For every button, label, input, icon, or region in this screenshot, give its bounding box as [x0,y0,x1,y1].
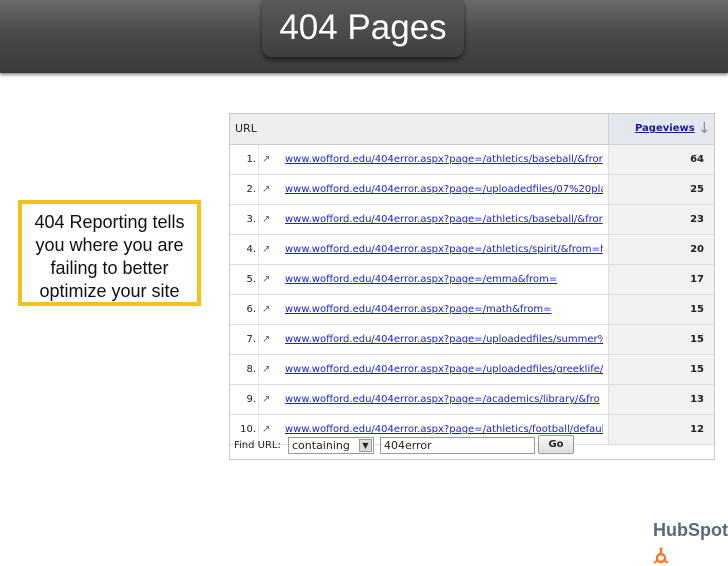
external-link-icon[interactable]: ↗ [262,154,270,165]
table-row: 8. ↗ www.wofford.edu/404error.aspx?page=/u… [230,355,714,385]
row-pageviews: 13 [690,394,704,405]
callout-line: 404 Reporting tells [34,212,185,232]
match-type-select[interactable]: containing ▼ [288,437,374,454]
external-link-icon[interactable]: ↗ [262,304,270,315]
column-divider [258,175,259,204]
row-rank: 7. [246,334,256,345]
external-link-icon[interactable]: ↗ [262,364,270,375]
row-pageviews: 64 [690,154,704,165]
hubspot-logo: HubSpot [653,517,728,564]
chevron-down-icon[interactable]: ▼ [359,439,372,452]
row-url-link[interactable]: www.wofford.edu/404error.aspx?page=/athl… [285,145,603,174]
pageviews-cell: 64 [609,145,714,174]
row-url-link[interactable]: www.wofford.edu/404error.aspx?page=/uplo… [285,355,603,384]
url-column-header[interactable]: URL [235,122,257,135]
match-type-value: containing [292,439,350,452]
callout-line: optimize your site [39,281,180,301]
table-row: 3. ↗ www.wofford.edu/404error.aspx?page=/a… [230,205,714,235]
row-rank: 9. [246,394,256,405]
row-url-link[interactable]: www.wofford.edu/404error.aspx?page=/emma… [285,265,603,294]
row-url-link[interactable]: www.wofford.edu/404error.aspx?page=/uplo… [285,175,603,204]
analytics-report-table: URL Pageviews ↓ 1. ↗ www.wofford.edu/404er… [229,113,715,460]
row-pageviews: 23 [690,214,704,225]
pageviews-cell: 20 [609,235,714,264]
table-row: 9. ↗ www.wofford.edu/404error.aspx?page=/a… [230,385,714,415]
row-url-link[interactable]: www.wofford.edu/404error.aspx?page=/uplo… [285,325,603,354]
pageviews-cell: 23 [609,205,714,234]
find-url-input[interactable]: 404error [380,437,535,454]
table-row: 1. ↗ www.wofford.edu/404error.aspx?page=/a… [230,145,714,175]
external-link-icon[interactable]: ↗ [262,214,270,225]
column-divider [258,205,259,234]
table-row: 5. ↗ www.wofford.edu/404error.aspx?page=/e… [230,265,714,295]
column-divider [258,145,259,174]
row-rank: 8. [246,364,256,375]
arrow-down-icon[interactable]: ↓ [698,119,711,137]
external-link-icon[interactable]: ↗ [262,274,270,285]
table-row: 6. ↗ www.wofford.edu/404error.aspx?page=/m… [230,295,714,325]
find-url-input-value: 404error [384,439,432,452]
row-url-link[interactable]: www.wofford.edu/404error.aspx?page=/athl… [285,205,603,234]
row-url-link[interactable]: www.wofford.edu/404error.aspx?page=/math… [285,295,603,324]
table-row: 7. ↗ www.wofford.edu/404error.aspx?page=/u… [230,325,714,355]
slide-title: 404 Pages [279,8,447,47]
column-divider [258,385,259,414]
external-link-icon[interactable]: ↗ [262,184,270,195]
external-link-icon[interactable]: ↗ [262,334,270,345]
table-header: URL Pageviews ↓ [230,114,714,145]
callout-line: failing to better [50,258,169,278]
row-url-link[interactable]: www.wofford.edu/404error.aspx?page=/acad… [285,385,603,414]
pageviews-cell: 25 [609,175,714,204]
column-divider [258,295,259,324]
go-button[interactable]: Go [538,435,574,454]
hubspot-sprocket-icon [653,546,669,564]
row-pageviews: 15 [690,364,704,375]
row-pageviews: 20 [690,244,704,255]
row-rank: 5. [246,274,256,285]
pageviews-cell: 15 [609,295,714,324]
column-divider [258,235,259,264]
logo-text: HubSpot [653,520,728,541]
row-pageviews: 25 [690,184,704,195]
row-rank: 4. [246,244,256,255]
column-divider [258,265,259,294]
callout-box: 404 Reporting tells you where you are fa… [18,200,201,306]
external-link-icon[interactable]: ↗ [262,244,270,255]
pageviews-cell: 15 [609,325,714,354]
row-rank: 2. [246,184,256,195]
row-rank: 1. [246,154,256,165]
table-row: 4. ↗ www.wofford.edu/404error.aspx?page=/a… [230,235,714,265]
pageviews-cell: 17 [609,265,714,294]
external-link-icon[interactable]: ↗ [262,394,270,405]
row-url-link[interactable]: www.wofford.edu/404error.aspx?page=/athl… [285,235,603,264]
column-divider [258,325,259,354]
row-pageviews: 17 [690,274,704,285]
callout-line: you where you are [35,235,184,255]
column-divider [258,355,259,384]
pageviews-cell: 15 [609,355,714,384]
row-rank: 3. [246,214,256,225]
find-url-bar: Find URL: containing ▼ 404error Go [230,434,714,459]
row-pageviews: 15 [690,304,704,315]
pageviews-cell: 13 [609,385,714,414]
pageviews-column-header[interactable]: Pageviews [635,123,695,134]
row-rank: 6. [246,304,256,315]
row-pageviews: 15 [690,334,704,345]
table-row: 2. ↗ www.wofford.edu/404error.aspx?page=/u… [230,175,714,205]
find-url-label: Find URL: [234,440,281,451]
